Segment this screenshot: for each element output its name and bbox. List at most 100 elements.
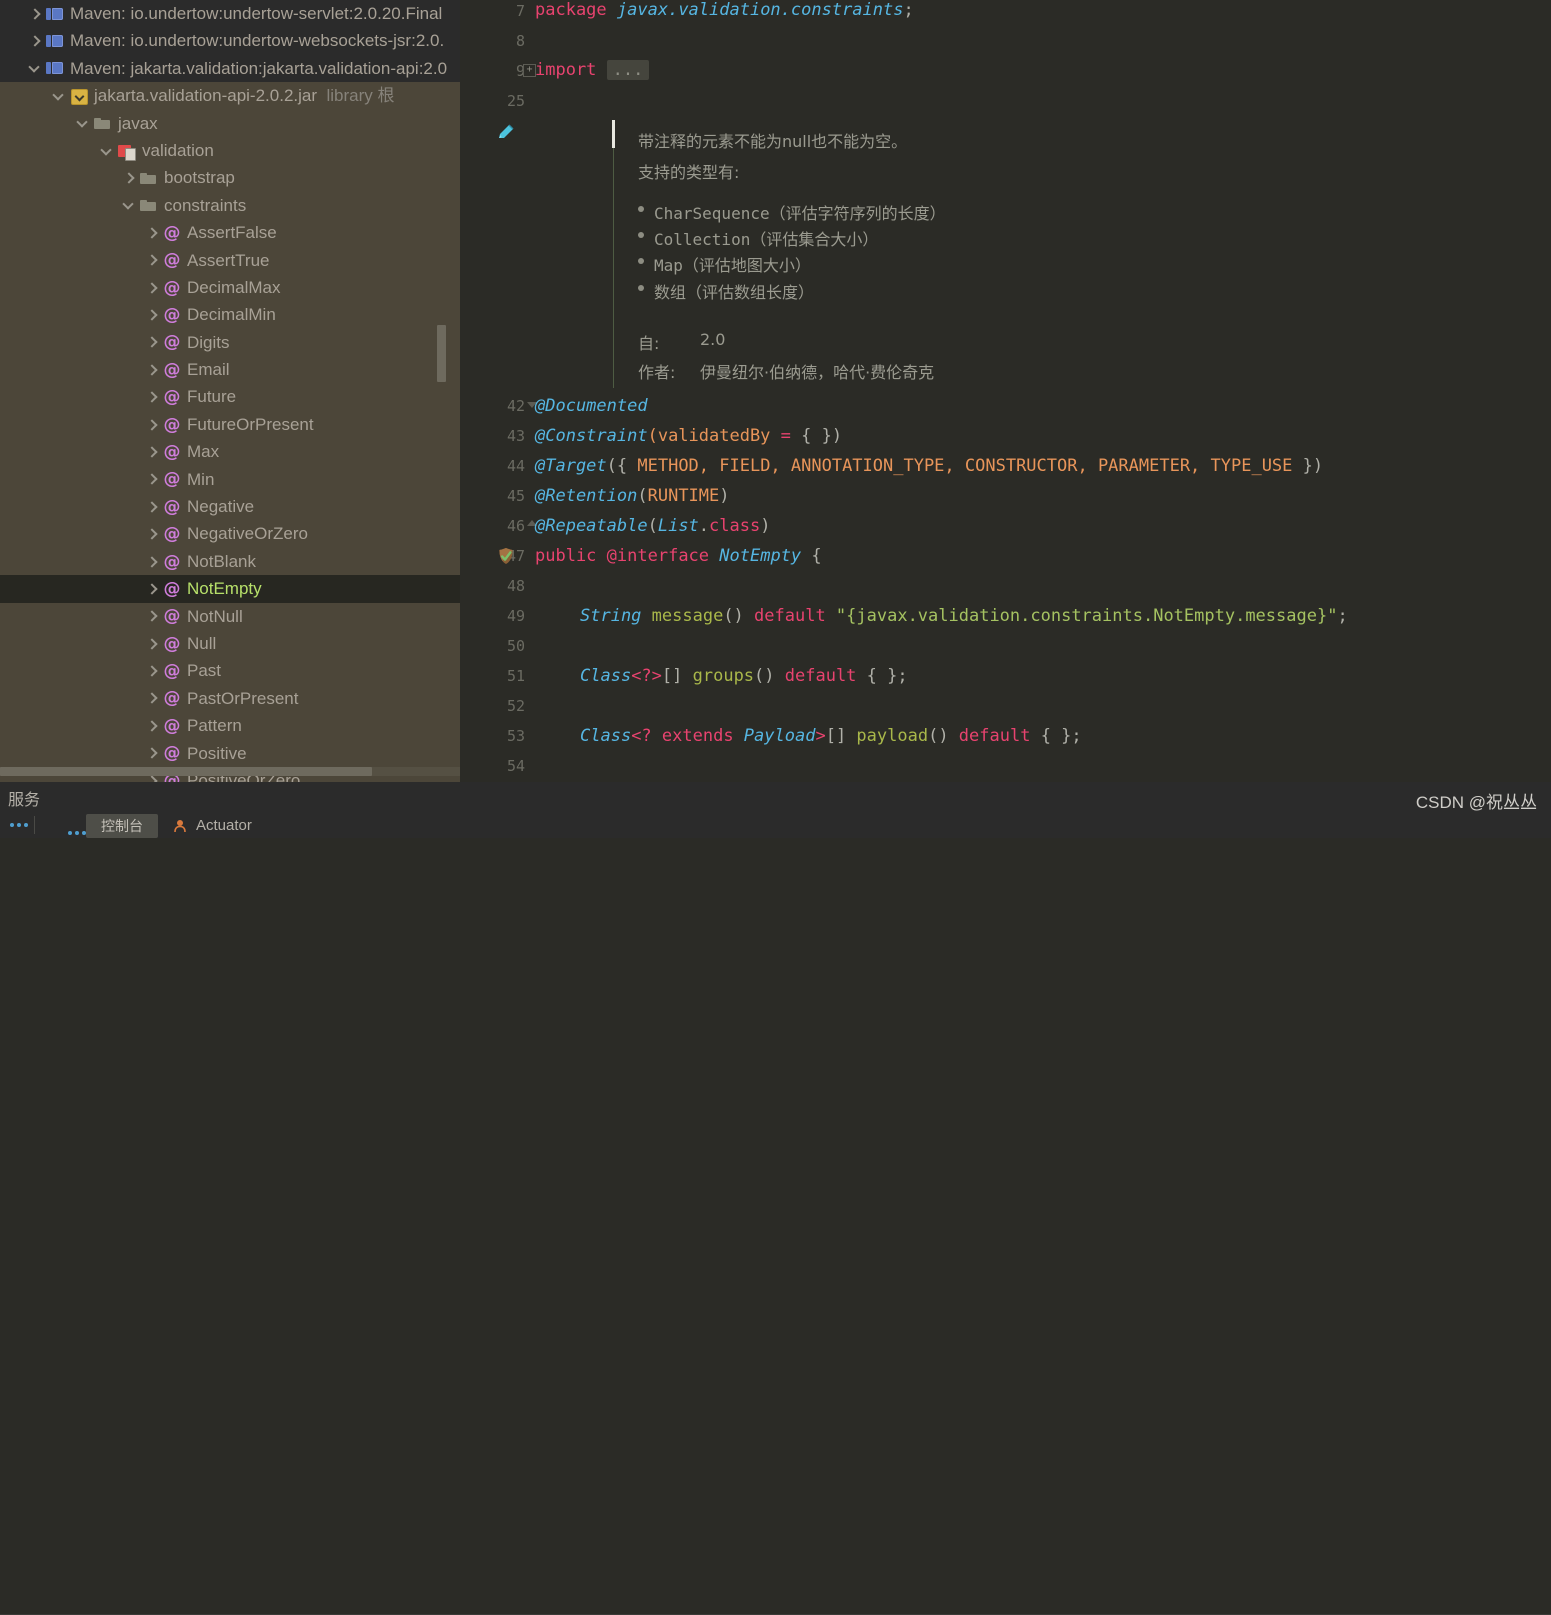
chevron-right-icon[interactable] [145,691,159,705]
chevron-down-icon[interactable] [28,61,42,75]
annotation-icon: @ [163,250,181,271]
tree-item-notempty[interactable]: @ NotEmpty [0,575,460,603]
chevron-right-icon[interactable] [145,281,159,295]
javadoc-bullet-marker [638,232,644,238]
tree-item-jakarta-validation-api-2-0-2-jar[interactable]: jakarta.validation-api-2.0.2.jar library… [0,82,460,109]
chevron-down-icon[interactable] [76,116,90,130]
chevron-right-icon[interactable] [145,719,159,733]
chevron-down-icon[interactable] [52,89,66,103]
chevron-right-icon[interactable] [145,363,159,377]
chevron-right-icon[interactable] [145,555,159,569]
tree-item-email[interactable]: @ Email [0,356,460,383]
tree-item-negative[interactable]: @ Negative [0,493,460,520]
code-text-area[interactable]: package javax.validation.constraints; + … [523,0,1551,782]
tree-item-positive[interactable]: @ Positive [0,740,460,767]
tree-item-label: Maven: io.undertow:undertow-servlet:2.0.… [70,4,443,23]
tree-item-future[interactable]: @ Future [0,383,460,410]
tree-item-constraints[interactable]: constraints [0,192,460,219]
chevron-right-icon[interactable] [145,445,159,459]
chevron-right-icon[interactable] [145,527,159,541]
tree-item-past[interactable]: @ Past [0,657,460,684]
more-options-icon[interactable] [10,812,28,838]
tree-horizontal-scrollbar-thumb[interactable] [0,767,372,776]
tree-item-maven-io-undertow-undertow-websockets-jsr-2-0-[interactable]: Maven: io.undertow:undertow-websockets-j… [0,27,460,55]
tree-item-pattern[interactable]: @ Pattern [0,712,460,739]
edit-pencil-icon[interactable] [496,122,516,142]
code-editor[interactable]: 7 8 9 25 42 43 44 45 46 47 48 49 50 51 52 53 54 [460,0,1551,782]
chevron-right-icon[interactable] [145,746,159,760]
tree-item-label: javax [118,113,158,133]
project-tree-panel[interactable]: Maven: io.undertow:undertow-servlet:2.0.… [0,0,460,782]
decompiled-class-shield-icon[interactable] [496,546,516,566]
tab-console[interactable]: 控制台 [86,814,158,838]
array-brackets: [] [825,726,857,746]
chevron-down-icon[interactable] [100,144,114,158]
javadoc-left-border [613,148,614,388]
tree-item-bootstrap[interactable]: bootstrap [0,164,460,191]
tree-item-notblank[interactable]: @ NotBlank [0,548,460,575]
tree-item-label: Future [187,387,237,407]
constraint-args: (validatedBy [647,426,781,446]
tree-item-digits[interactable]: @ Digits [0,329,460,356]
tree-item-maven-jakarta-validation-jakarta-validation-api-2-0[interactable]: Maven: jakarta.validation:jakarta.valida… [0,54,460,83]
folded-imports-placeholder[interactable]: ... [606,60,650,80]
tree-item-max[interactable]: @ Max [0,438,460,465]
code-line-49: String message() default "{javax.validat… [580,606,1348,626]
project-tree-list[interactable]: Maven: io.undertow:undertow-servlet:2.0.… [0,0,460,782]
tree-item-validation[interactable]: validation [0,137,460,164]
tree-item-min[interactable]: @ Min [0,466,460,493]
annotation-icon: @ [163,524,181,545]
chevron-right-icon[interactable] [145,500,159,514]
target-close: }) [1292,456,1324,476]
tree-item-futureorpresent[interactable]: @ FutureOrPresent [0,411,460,438]
javadoc-author-value: 伊曼纽尔·伯纳德，哈代·费伦奇克 [700,363,935,382]
tree-item-label: AssertFalse [187,223,277,243]
tree-item-pastorpresent[interactable]: @ PastOrPresent [0,685,460,712]
tree-item-javax[interactable]: javax [0,110,460,137]
tree-item-asserttrue[interactable]: @ AssertTrue [0,247,460,274]
class-type: Class [580,666,632,686]
chevron-right-icon[interactable] [145,418,159,432]
folder-icon [94,114,112,132]
paren-open: ( [647,516,658,536]
tree-item-null[interactable]: @ Null [0,630,460,657]
tree-item-negativeorzero[interactable]: @ NegativeOrZero [0,520,460,547]
retention-constant: RUNTIME [647,486,720,506]
chevron-right-icon[interactable] [145,226,159,240]
services-toolbar[interactable]: 控制台 Actuator [0,812,1551,838]
line-number: 7 [515,2,525,20]
chevron-right-icon[interactable] [28,34,42,48]
generic-close: > [815,726,826,746]
chevron-right-icon[interactable] [145,335,159,349]
tree-vertical-scrollbar-thumb[interactable] [437,325,446,382]
chevron-right-icon[interactable] [145,308,159,322]
tree-item-notnull[interactable]: @ NotNull [0,603,460,630]
secondary-more-options-icon[interactable] [68,820,86,846]
chevron-right-icon[interactable] [145,609,159,623]
keyword-default: default [754,606,826,626]
tree-item-decimalmin[interactable]: @ DecimalMin [0,301,460,328]
line-number: 53 [506,727,525,745]
tree-item-maven-io-undertow-undertow-servlet-2-0-20-final[interactable]: Maven: io.undertow:undertow-servlet:2.0.… [0,0,460,28]
editor-gutter[interactable]: 7 8 9 25 42 43 44 45 46 47 48 49 50 51 52 53 54 [460,0,535,782]
javadoc-summary-line: 带注释的元素不能为null也不能为空。 [638,132,908,151]
tree-item-label: NegativeOrZero [187,524,308,544]
tree-item-assertfalse[interactable]: @ AssertFalse [0,219,460,246]
chevron-right-icon[interactable] [28,7,42,21]
chevron-right-icon[interactable] [145,390,159,404]
chevron-right-icon[interactable] [122,171,136,185]
tab-actuator[interactable]: Actuator [196,814,252,838]
services-panel[interactable]: 服务 控制台 Actuator CSDN @祝丛丛 [0,782,1551,1615]
chevron-right-icon[interactable] [145,664,159,678]
tree-item-decimalmax[interactable]: @ DecimalMax [0,274,460,301]
chevron-right-icon[interactable] [145,253,159,267]
chevron-down-icon[interactable] [122,198,136,212]
semicolon: ; [1337,606,1348,626]
chevron-right-icon[interactable] [145,637,159,651]
ide-window: Maven: io.undertow:undertow-servlet:2.0.… [0,0,1551,1615]
chevron-right-icon[interactable] [145,582,159,596]
tree-item-label: Email [187,360,230,380]
chevron-right-icon[interactable] [145,472,159,486]
